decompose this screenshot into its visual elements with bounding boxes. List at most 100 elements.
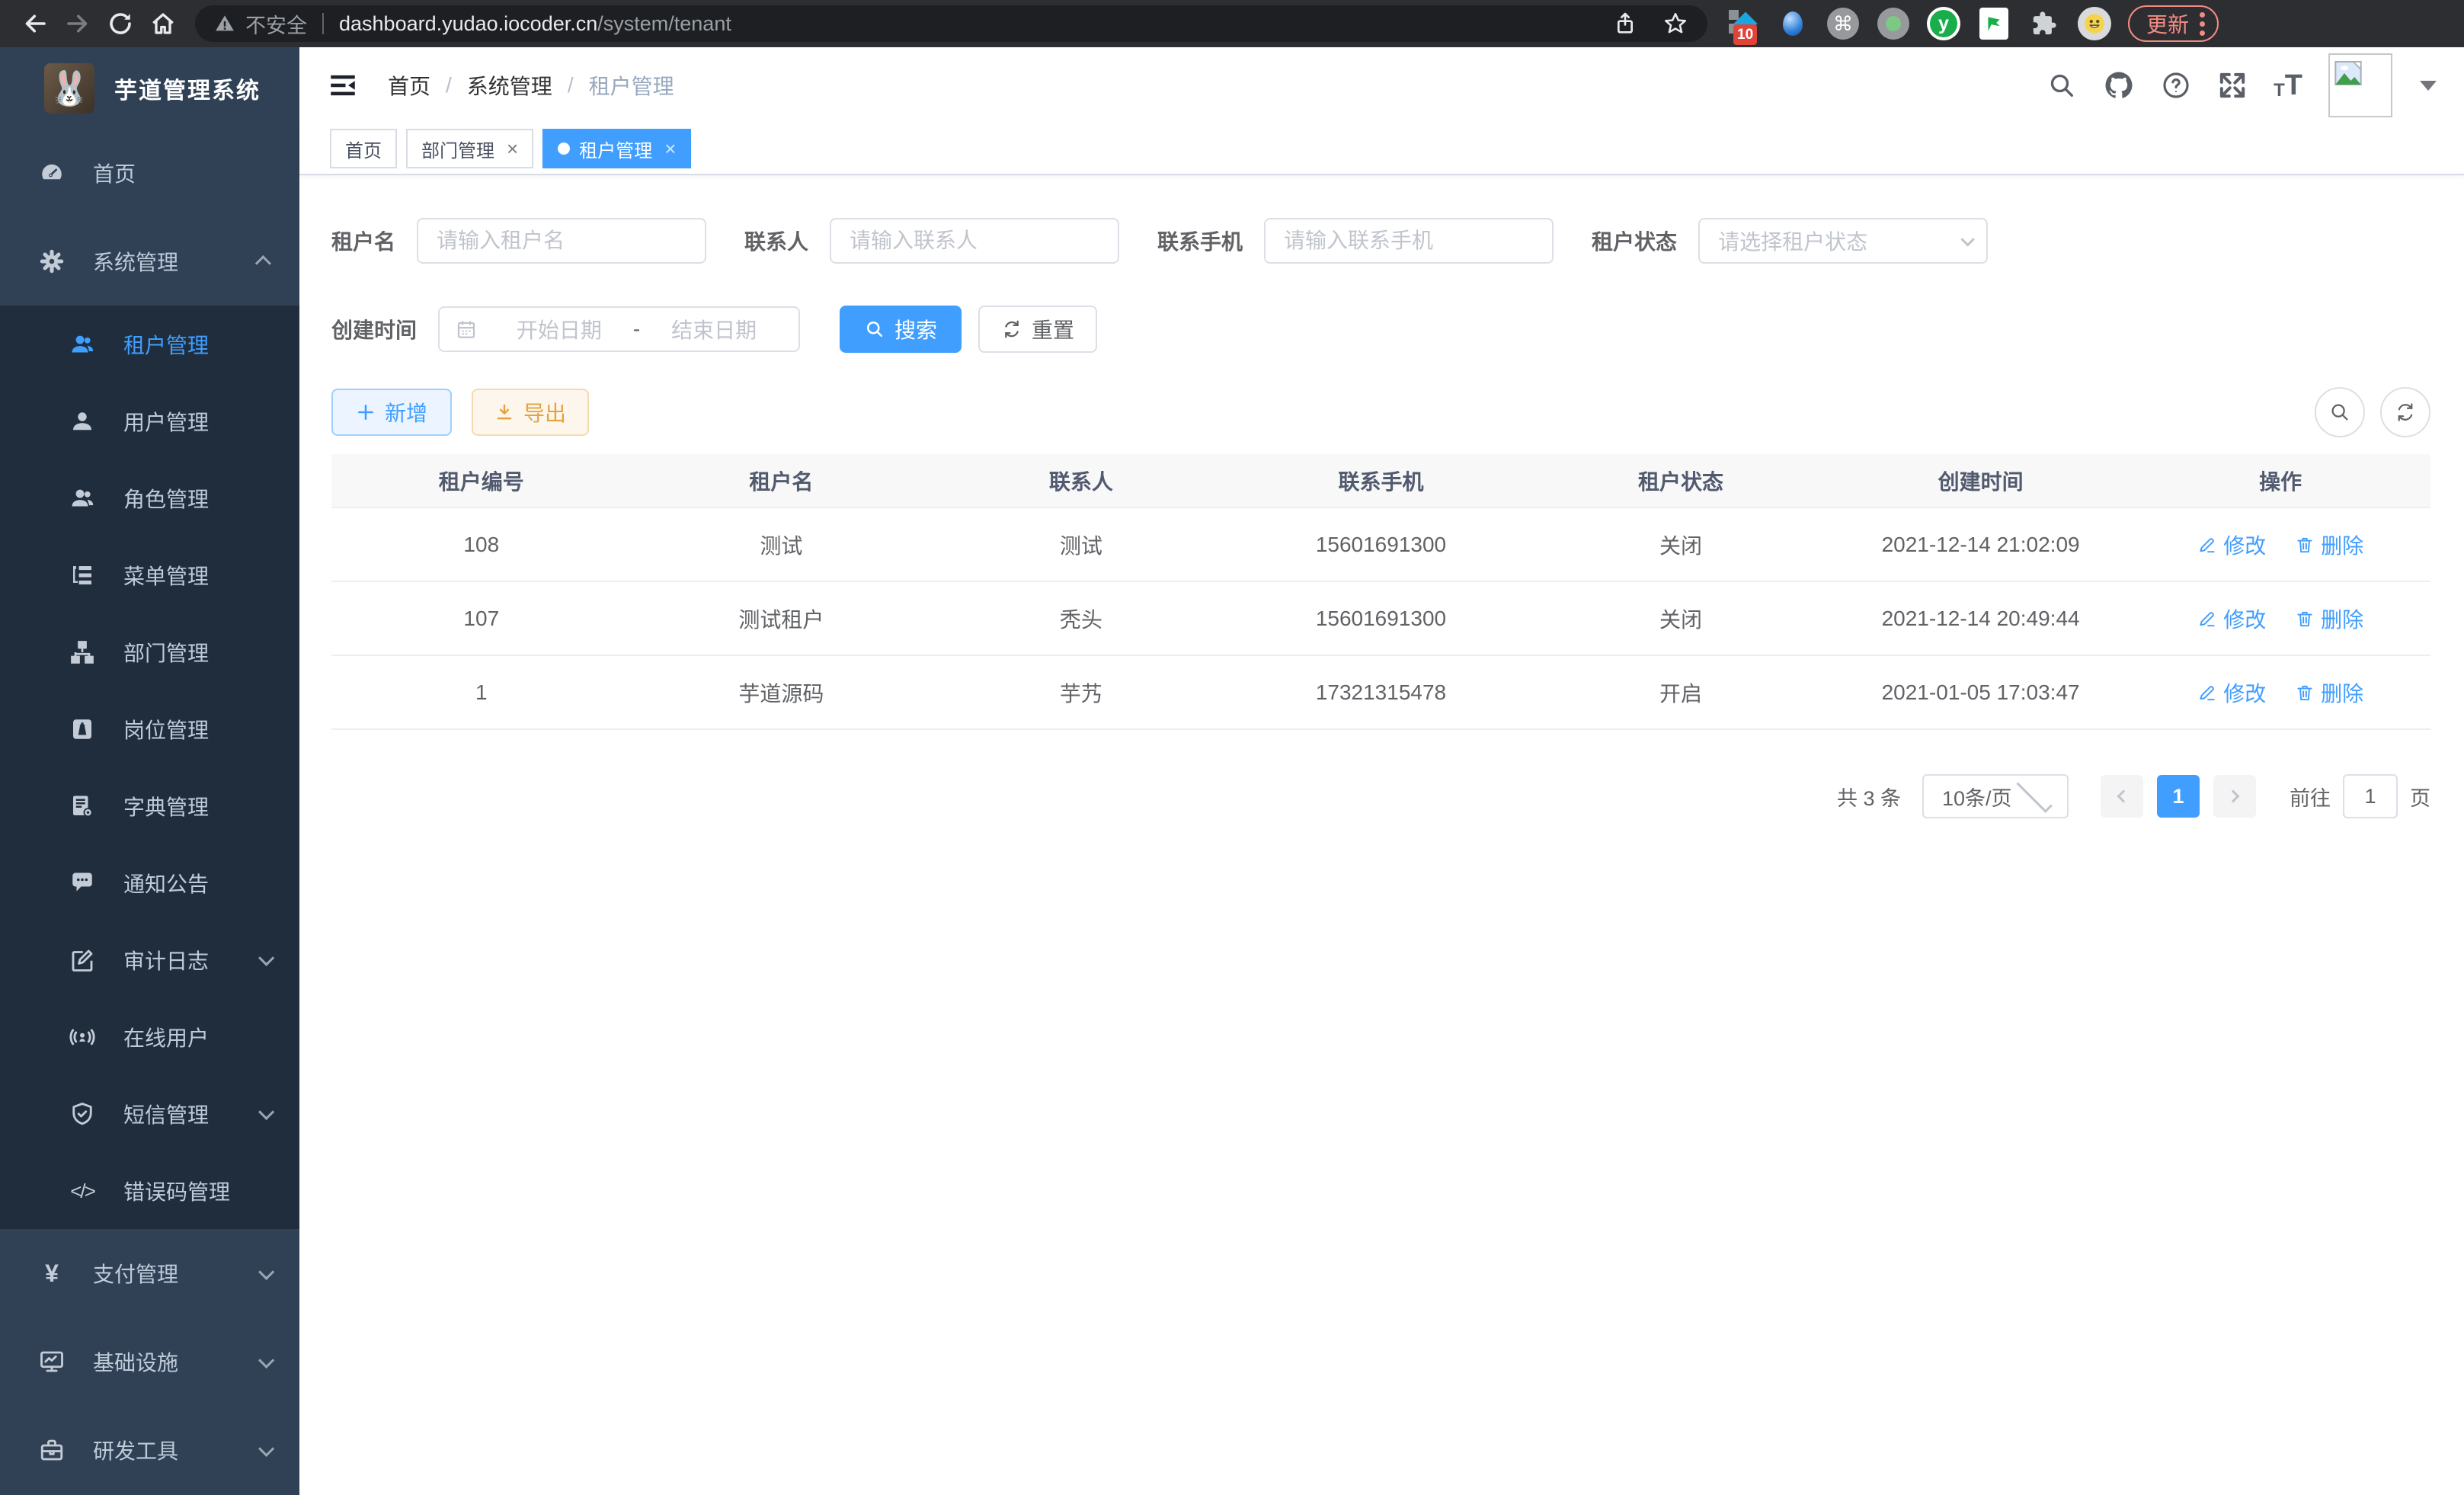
browser-menu-icon[interactable] (2200, 12, 2205, 36)
fullscreen-icon[interactable] (2217, 70, 2248, 101)
tenant-name-input[interactable] (417, 218, 706, 264)
goto-page-input[interactable] (2343, 774, 2398, 818)
notice-icon (67, 869, 98, 897)
update-label: 更新 (2146, 8, 2189, 39)
edit-link[interactable]: 修改 (2197, 530, 2266, 560)
github-icon[interactable] (2103, 69, 2135, 101)
post-icon (67, 715, 98, 743)
tab-close-icon[interactable]: × (664, 139, 676, 158)
extension-command-icon[interactable]: ⌘ (1823, 4, 1863, 43)
tab-label: 首页 (345, 136, 382, 162)
sidebar-item-dev-tools[interactable]: 研发工具 (0, 1406, 299, 1494)
delete-link[interactable]: 删除 (2295, 677, 2363, 708)
sidebar-item-notice[interactable]: 通知公告 (0, 844, 299, 921)
cell-tenant-id: 107 (331, 581, 632, 655)
sidebar-item-user[interactable]: 用户管理 (0, 383, 299, 459)
sidebar-item-payment[interactable]: ¥ 支付管理 (0, 1229, 299, 1317)
search-icon[interactable] (2046, 70, 2077, 101)
export-button[interactable]: 导出 (472, 389, 589, 436)
prev-page-button[interactable] (2101, 775, 2143, 818)
extension-balloon-icon[interactable] (1773, 4, 1813, 43)
font-size-icon[interactable]: TT (2274, 71, 2302, 100)
mobile-input[interactable] (1264, 218, 1554, 264)
col-tenant-id: 租户编号 (331, 454, 632, 507)
sidebar-item-label: 基础设施 (93, 1346, 178, 1377)
sidebar-item-online-users[interactable]: 在线用户 (0, 998, 299, 1075)
sidebar-item-dict[interactable]: 字典管理 (0, 767, 299, 844)
sidebar-item-label: 岗位管理 (123, 714, 209, 744)
sidebar-item-post[interactable]: 岗位管理 (0, 690, 299, 767)
toggle-search-button[interactable] (2315, 387, 2365, 437)
help-icon[interactable] (2161, 70, 2191, 101)
tab-close-icon[interactable]: × (507, 139, 518, 158)
page-1-button[interactable]: 1 (2157, 775, 2200, 818)
cell-contact: 芋艿 (931, 655, 1231, 729)
browser-forward-icon[interactable] (56, 5, 99, 42)
chevron-down-icon (258, 1440, 274, 1456)
extensions-puzzle-icon[interactable] (2024, 4, 2064, 43)
extension-y-icon[interactable]: y (1924, 4, 1963, 43)
sidebar-item-system[interactable]: 系统管理 (0, 217, 299, 306)
tab-home[interactable]: 首页 (330, 129, 397, 168)
sidebar-item-role[interactable]: 角色管理 (0, 459, 299, 536)
contact-input[interactable] (830, 218, 1119, 264)
edit-link[interactable]: 修改 (2197, 677, 2266, 708)
cell-tenant-name: 测试 (632, 507, 932, 581)
extension-flag-icon[interactable] (1974, 4, 2014, 43)
search-button[interactable]: 搜索 (840, 306, 962, 353)
sidebar-item-dept[interactable]: 部门管理 (0, 613, 299, 690)
monitor-icon (37, 1348, 67, 1375)
contact-label: 联系人 (744, 226, 808, 256)
sidebar-item-home[interactable]: 首页 (0, 129, 299, 217)
sidebar-item-menu[interactable]: 菜单管理 (0, 536, 299, 613)
tab-tenant[interactable]: 租户管理 × (542, 129, 691, 168)
reset-button[interactable]: 重置 (978, 306, 1097, 353)
chevron-down-icon (258, 1104, 274, 1120)
page-size-select[interactable]: 10条/页 (1922, 774, 2069, 818)
table-header-row: 租户编号 租户名 联系人 联系手机 租户状态 创建时间 操作 (331, 454, 2430, 507)
refresh-button[interactable] (2380, 387, 2430, 437)
bookmark-star-icon[interactable] (1654, 5, 1697, 42)
url-text[interactable]: dashboard.yudao.iocoder.cn/system/tenant (339, 12, 731, 36)
add-button[interactable]: 新增 (331, 389, 452, 436)
browser-back-icon[interactable] (14, 5, 56, 42)
sidebar-toggle-icon[interactable] (327, 69, 359, 101)
breadcrumb-home[interactable]: 首页 (388, 70, 430, 101)
next-page-button[interactable] (2213, 775, 2256, 818)
sidebar-item-sms[interactable]: 短信管理 (0, 1075, 299, 1152)
address-bar[interactable]: 不安全 dashboard.yudao.iocoder.cn/system/te… (195, 5, 1707, 42)
status-select[interactable]: 请选择租户状态 (1698, 218, 1988, 264)
roles-icon (67, 485, 98, 512)
breadcrumb-system[interactable]: 系统管理 (467, 70, 552, 101)
sidebar-item-error-code[interactable]: </> 错误码管理 (0, 1152, 299, 1229)
user-icon (67, 408, 98, 435)
cell-tenant-name: 测试租户 (632, 581, 932, 655)
edit-link[interactable]: 修改 (2197, 603, 2266, 634)
sidebar-item-audit-log[interactable]: 审计日志 (0, 921, 299, 998)
sidebar-item-tenant[interactable]: 租户管理 (0, 306, 299, 383)
profile-avatar-icon[interactable] (2075, 4, 2114, 43)
share-icon[interactable] (1604, 5, 1646, 42)
sidebar-item-label: 租户管理 (123, 329, 209, 360)
extension-recorder-icon[interactable] (1874, 4, 1913, 43)
sidebar-item-infrastructure[interactable]: 基础设施 (0, 1317, 299, 1406)
cell-contact: 测试 (931, 507, 1231, 581)
sidebar-item-label: 在线用户 (123, 1022, 209, 1052)
browser-home-icon[interactable] (142, 5, 184, 42)
sidebar-logo[interactable]: 🐰 芋道管理系统 (0, 47, 299, 129)
extension-tabs-icon[interactable]: 10 (1723, 4, 1762, 43)
sidebar-item-label: 角色管理 (123, 483, 209, 514)
avatar-dropdown-caret-icon[interactable] (2420, 81, 2437, 91)
user-avatar[interactable] (2328, 53, 2392, 117)
delete-link[interactable]: 删除 (2295, 530, 2363, 560)
tab-dept[interactable]: 部门管理 × (406, 129, 533, 168)
not-secure-warning-icon[interactable] (213, 12, 236, 35)
url-path: /system/tenant (597, 12, 731, 35)
dict-icon (67, 792, 98, 820)
browser-reload-icon[interactable] (99, 5, 142, 42)
not-secure-label[interactable]: 不安全 (245, 9, 307, 39)
chrome-update-button[interactable]: 更新 (2128, 5, 2219, 42)
create-time-range-picker[interactable]: 开始日期 - 结束日期 (438, 306, 800, 352)
delete-link[interactable]: 删除 (2295, 603, 2363, 634)
chevron-up-icon (255, 255, 271, 271)
